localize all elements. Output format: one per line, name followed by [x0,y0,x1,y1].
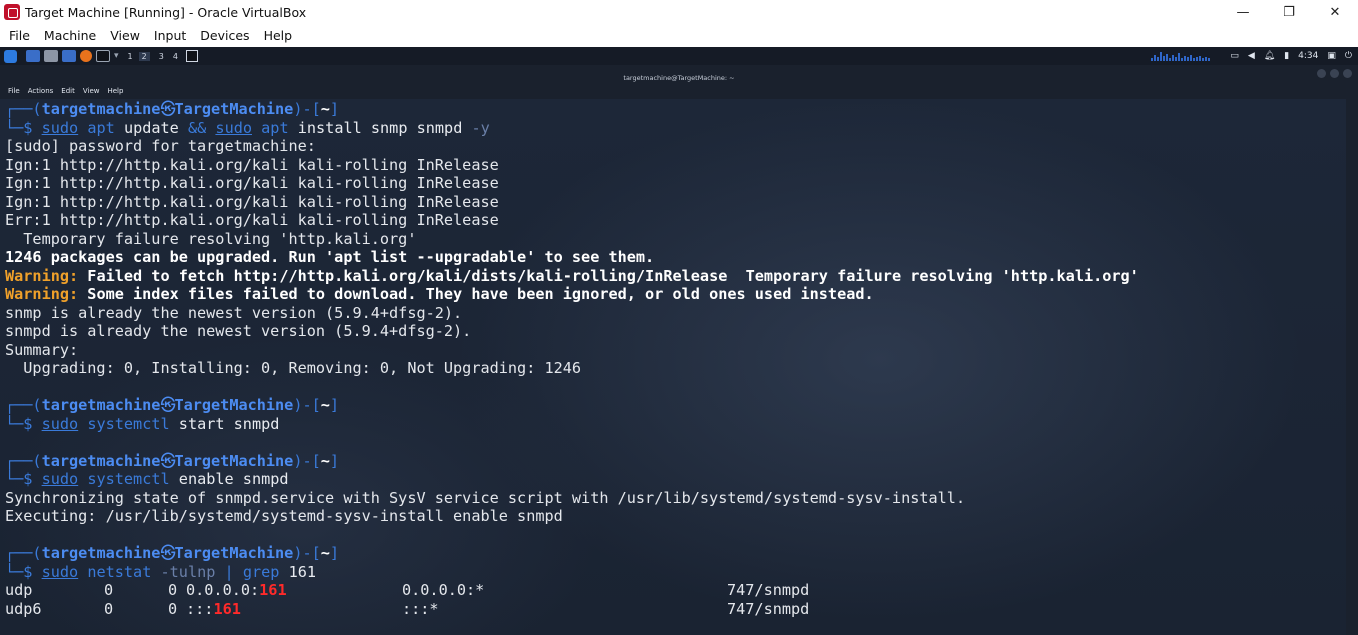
terminal-menu-edit[interactable]: Edit [61,87,75,95]
netstat-row: udp 0 0 0.0.0.0:161 0.0.0.0:* 747/snmpd [5,581,810,599]
output-line: [sudo] password for targetmachine: [5,137,316,155]
menu-devices[interactable]: Devices [193,24,256,47]
output-line: snmpd is already the newest version (5.9… [5,322,472,340]
terminal-menu-help[interactable]: Help [107,87,123,95]
cpu-graph-icon [1151,51,1211,61]
workspace-2[interactable]: 2 [138,51,150,61]
output-line: Ign:1 http://http.kali.org/kali kali-rol… [5,155,499,174]
output-line: Ign:1 http://http.kali.org/kali kali-rol… [5,192,499,211]
notification-bell-icon[interactable]: 🔔︎ [1264,51,1275,61]
prompt-line: ┌──(targetmachine㉿TargetMachine)-[~] [5,396,340,414]
minimize-button[interactable]: — [1220,0,1266,24]
terminal-menu-file[interactable]: File [8,87,20,95]
terminal-maximize-button[interactable] [1330,69,1339,78]
terminal-menu-view[interactable]: View [83,87,100,95]
output-line: snmp is already the newest version (5.9.… [5,303,463,322]
taskbar-terminal-window[interactable] [185,50,198,62]
guest-display[interactable]: ▾ 1 2 3 4 ▭ ◀ 🔔︎ ▮ 4:34 ▣ ⏻ targetmachin… [0,47,1358,635]
volume-icon[interactable]: ◀ [1248,51,1255,61]
prompt-line: ┌──(targetmachine㉿TargetMachine)-[~] [5,544,340,562]
battery-icon[interactable]: ▮ [1284,51,1289,61]
terminal-titlebar: targetmachine@TargetMachine: ~ [0,65,1358,83]
output-line: Upgrading: 0, Installing: 0, Removing: 0… [5,359,582,377]
window-titlebar: Target Machine [Running] - Oracle Virtua… [0,0,1358,24]
terminal-output[interactable]: ┌──(targetmachine㉿TargetMachine)-[~] └─$… [0,99,1346,635]
system-tray: ▭ ◀ 🔔︎ ▮ 4:34 ▣ ⏻ [1151,47,1352,65]
workspace-3[interactable]: 3 [159,52,164,61]
launcher-dropdown-icon[interactable]: ▾ [114,51,119,61]
text-editor-icon[interactable] [62,50,76,62]
warning-line: Warning: Some index files failed to down… [5,285,874,303]
command-line: └─$ sudo systemctl enable snmpd [5,470,289,488]
netstat-row: udp6 0 0:::161:::* 747/snmpd [5,599,810,618]
warning-line: Warning: Failed to fetch http://http.kal… [5,266,1139,285]
prompt-line: ┌──(targetmachine㉿TargetMachine)-[~] [5,100,340,118]
power-icon[interactable]: ⏻ [1345,51,1352,61]
prompt-line: ┌──(targetmachine㉿TargetMachine)-[~] [5,451,340,470]
output-line: Ign:1 http://http.kali.org/kali kali-rol… [5,174,499,192]
virtualbox-app-icon [4,4,20,20]
terminal-menubar: File Actions Edit View Help [0,83,1358,99]
menu-input[interactable]: Input [147,24,193,47]
terminal-close-button[interactable] [1343,69,1352,78]
terminal-menu-actions[interactable]: Actions [28,87,54,95]
kali-skull-icon: ㉿ [160,544,176,562]
terminal-title: targetmachine@TargetMachine: ~ [623,74,735,82]
maximize-button[interactable]: ❐ [1266,0,1312,24]
upgradable-notice: 1246 packages can be upgraded. Run 'apt … [5,248,655,266]
display-icon[interactable]: ▭ [1230,51,1239,61]
output-line: Temporary failure resolving 'http.kali.o… [5,229,417,248]
menu-help[interactable]: Help [257,24,300,47]
output-line: Executing: /usr/lib/systemd/systemd-sysv… [5,507,563,525]
command-line: └─$ sudo systemctl start snmpd [5,414,280,433]
window-title: Target Machine [Running] - Oracle Virtua… [25,4,307,20]
menu-file[interactable]: File [2,24,37,47]
menu-view[interactable]: View [103,24,147,47]
output-line: Synchronizing state of snmpd.service wit… [5,488,966,507]
terminal-launcher-icon[interactable] [96,50,110,62]
workspace-1[interactable]: 1 [128,52,133,61]
terminal-minimize-button[interactable] [1317,69,1326,78]
vbox-menubar: File Machine View Input Devices Help [0,24,1358,47]
show-desktop-icon[interactable] [26,50,40,62]
kali-menu-icon[interactable] [4,49,17,63]
kali-skull-icon: ㉿ [160,451,176,470]
kali-skull-icon: ㉿ [160,100,176,118]
command-line: └─$ sudo apt update && sudo apt install … [5,118,490,137]
kali-skull-icon: ㉿ [160,396,176,414]
kali-top-panel: ▾ 1 2 3 4 ▭ ◀ 🔔︎ ▮ 4:34 ▣ ⏻ [0,47,1358,65]
window-controls: — ❐ ✕ [1220,0,1358,24]
command-line: └─$ sudo netstat -tulnp | grep 161 [5,562,317,581]
menu-machine[interactable]: Machine [37,24,103,47]
terminal-window-buttons [1313,69,1352,78]
terminal-scrollbar[interactable] [1346,99,1358,635]
firefox-icon[interactable] [80,50,92,62]
lock-screen-icon[interactable]: ▣ [1327,51,1336,61]
workspace-4[interactable]: 4 [173,52,178,61]
output-line: Summary: [5,340,79,359]
close-button[interactable]: ✕ [1312,0,1358,24]
file-manager-icon[interactable] [44,50,58,62]
clock[interactable]: 4:34 [1298,51,1318,61]
output-line: Err:1 http://http.kali.org/kali kali-rol… [5,211,499,229]
